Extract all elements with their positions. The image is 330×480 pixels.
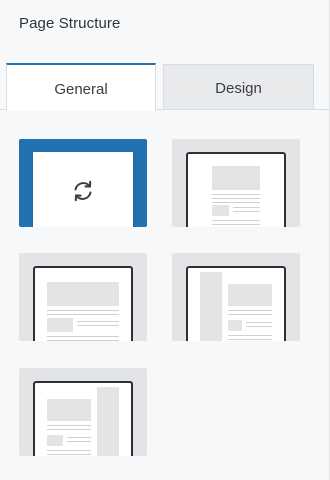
layout-page-preview: [33, 266, 133, 341]
text-line: [47, 450, 91, 451]
layout-option-full-width-content[interactable]: [172, 139, 300, 227]
layout-option-right-sidebar[interactable]: [19, 368, 147, 456]
text-line: [228, 335, 272, 336]
image-block: [212, 205, 229, 216]
text-line: [228, 314, 272, 315]
text-line: [77, 325, 119, 326]
panel-title: Page Structure: [19, 15, 121, 32]
layout-option-left-sidebar[interactable]: [172, 253, 300, 341]
text-line: [246, 326, 272, 327]
image-block: [228, 320, 242, 331]
content-block: [47, 282, 119, 306]
refresh-icon: [74, 180, 92, 202]
layout-page-preview: [33, 152, 133, 227]
text-line: [228, 339, 272, 340]
text-line: [47, 425, 91, 426]
layout-option-no-sidebar[interactable]: [19, 253, 147, 341]
layout-page-preview: [33, 381, 133, 456]
text-line: [212, 194, 260, 195]
tab-general[interactable]: General: [6, 63, 156, 111]
layout-option-selected[interactable]: [19, 139, 147, 227]
text-line: [212, 224, 260, 225]
sidebar-block: [200, 272, 222, 341]
text-line: [77, 321, 119, 322]
tab-design[interactable]: Design: [163, 64, 314, 109]
tab-general-label: General: [54, 80, 108, 98]
layout-page-preview: [186, 266, 286, 341]
sidebar-block: [97, 387, 119, 456]
content-block: [212, 166, 260, 190]
text-line: [246, 322, 272, 323]
text-line: [47, 314, 119, 315]
text-line: [228, 310, 272, 311]
tab-design-label: Design: [215, 79, 262, 97]
text-line: [47, 429, 91, 430]
text-line: [47, 454, 91, 455]
page-structure-panel: Page Structure General Design: [0, 0, 330, 480]
text-line: [212, 198, 260, 199]
text-line: [47, 340, 119, 341]
image-block: [47, 318, 73, 332]
text-line: [47, 310, 119, 311]
text-line: [67, 437, 91, 438]
layout-page-preview: [186, 152, 286, 227]
content-block: [228, 284, 272, 306]
content-block: [47, 399, 91, 421]
text-line: [47, 336, 119, 337]
text-line: [233, 211, 260, 212]
text-line: [212, 202, 260, 203]
text-line: [233, 207, 260, 208]
text-line: [212, 220, 260, 221]
text-line: [67, 441, 91, 442]
image-block: [47, 435, 63, 446]
